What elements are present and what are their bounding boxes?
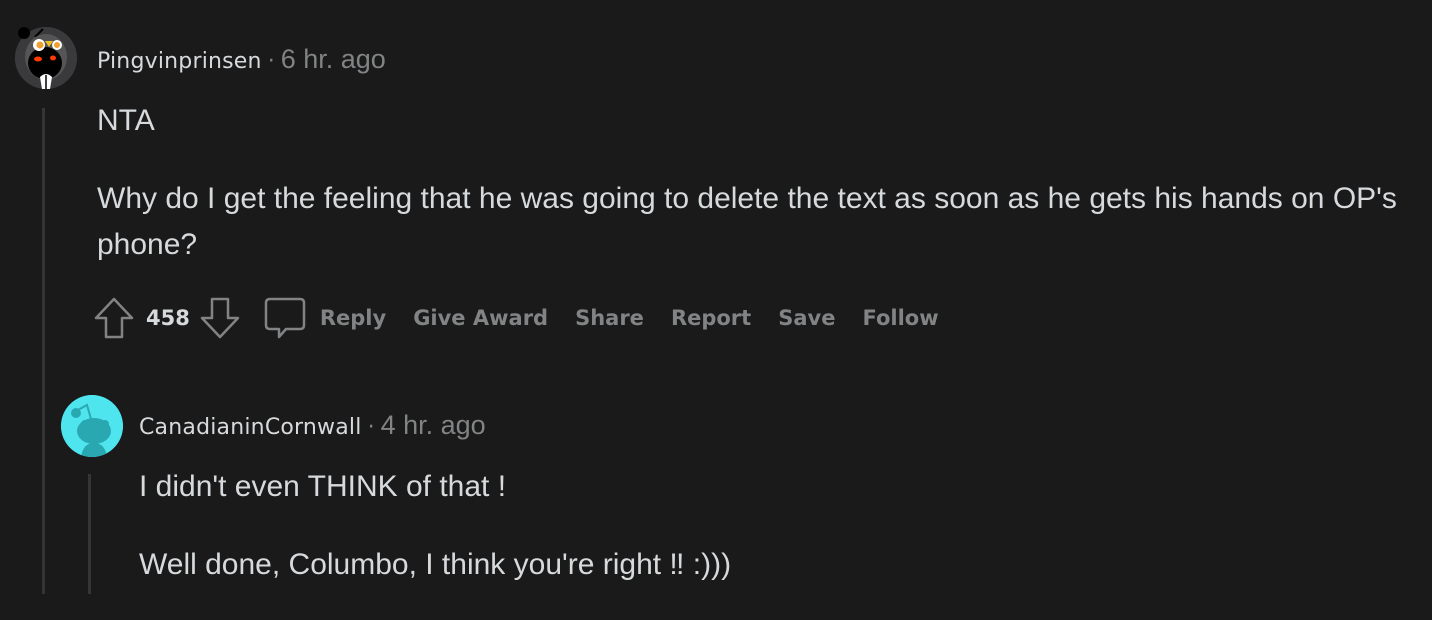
downvote-button[interactable] (198, 295, 242, 341)
thread-collapse-line[interactable] (42, 108, 45, 594)
upvote-arrow-icon (94, 297, 134, 339)
timestamp[interactable]: 4 hr. ago (381, 410, 486, 440)
comment-paragraph: Why do I get the feeling that he was goi… (97, 182, 1397, 261)
username-link[interactable]: Pingvinprinsen (97, 49, 262, 74)
give-award-button[interactable]: Give Award (413, 306, 548, 330)
upvote-button[interactable] (92, 295, 136, 341)
comment-paragraph: NTA (97, 104, 155, 137)
username-link[interactable]: CanadianinCornwall (139, 415, 362, 440)
follow-button[interactable]: Follow (862, 306, 938, 330)
user-avatar[interactable] (61, 395, 123, 457)
user-avatar[interactable] (15, 27, 77, 89)
timestamp[interactable]: 6 hr. ago (281, 44, 386, 74)
separator: · (267, 49, 275, 74)
comment-meta: Pingvinprinsen · 6 hr. ago (97, 44, 386, 75)
comment-actions: 458 Reply Give Award Share Report Save F… (92, 295, 966, 341)
reply-button[interactable]: Reply (264, 296, 386, 340)
share-button[interactable]: Share (575, 306, 644, 330)
downvote-arrow-icon (200, 297, 240, 339)
reply-label: Reply (319, 306, 387, 330)
comment-paragraph: Well done, Columbo, I think you're right… (139, 548, 732, 581)
comment-paragraph: I didn't even THINK of that ! (139, 470, 507, 503)
report-button[interactable]: Report (671, 306, 751, 330)
comment-meta: CanadianinCornwall · 4 hr. ago (139, 410, 486, 441)
separator: · (367, 415, 375, 440)
penguin-snoo-avatar-icon (15, 27, 77, 89)
thread-collapse-line[interactable] (88, 474, 91, 594)
comment-body: NTA Why do I get the feeling that he was… (97, 98, 1417, 300)
default-snoo-avatar-icon (61, 395, 123, 457)
comment-body: I didn't even THINK of that ! Well done,… (139, 464, 1419, 620)
save-button[interactable]: Save (778, 306, 835, 330)
comment-bubble-icon (264, 297, 306, 339)
vote-score: 458 (146, 306, 190, 330)
